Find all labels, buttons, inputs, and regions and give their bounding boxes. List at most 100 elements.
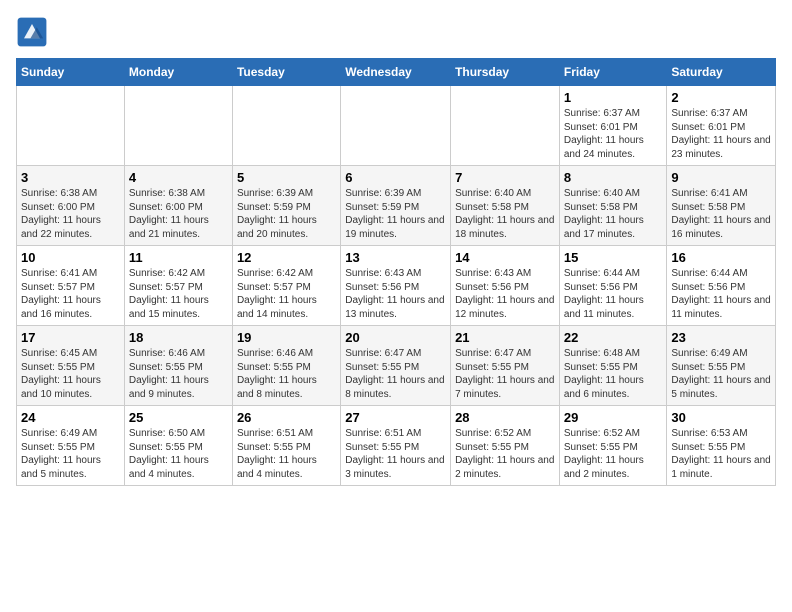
day-number: 28 xyxy=(455,410,555,425)
day-info: Sunrise: 6:39 AM Sunset: 5:59 PM Dayligh… xyxy=(345,187,446,241)
calendar-cell: 3Sunrise: 6:38 AM Sunset: 6:00 PM Daylig… xyxy=(17,166,125,246)
day-number: 9 xyxy=(671,170,771,185)
day-info: Sunrise: 6:44 AM Sunset: 5:56 PM Dayligh… xyxy=(564,267,663,321)
day-info: Sunrise: 6:50 AM Sunset: 5:55 PM Dayligh… xyxy=(129,427,228,481)
calendar-cell: 4 Sunrise: 6:38 AM Sunset: 6:00 PM Daylig… xyxy=(124,166,232,246)
day-number: 20 xyxy=(345,330,446,345)
day-header-wednesday: Wednesday xyxy=(341,59,451,86)
day-info: Sunrise: 6:37 AM Sunset: 6:01 PM Dayligh… xyxy=(564,107,663,161)
calendar-cell: 23 Sunrise: 6:49 AM Sunset: 5:55 PM Dayli… xyxy=(667,326,776,406)
day-number: 11 xyxy=(129,250,228,265)
day-number: 17 xyxy=(21,330,120,345)
calendar-week-row: 3 Sunrise: 6:38 AM Sunset: 6:00 PM Daylig… xyxy=(17,166,776,246)
day-info: Sunrise: 6:40 AM Sunset: 5:58 PM Dayligh… xyxy=(455,187,555,241)
calendar-cell: 15 Sunrise: 6:44 AM Sunset: 5:56 PM Dayli… xyxy=(559,246,667,326)
day-info: Sunrise: 6:52 AM Sunset: 5:55 PM Dayligh… xyxy=(564,427,663,481)
calendar-cell: 28 Sunrise: 6:52 AM Sunset: 5:55 PM Dayli… xyxy=(451,406,560,486)
day-info: Sunrise: 6:39 AM Sunset: 5:59 PM Dayligh… xyxy=(237,187,336,241)
calendar-table: SundayMondayTuesdayWednesdayThursdayFrid… xyxy=(16,58,776,486)
day-header-friday: Friday xyxy=(559,59,667,86)
calendar-cell: 19Sunrise: 6:46 AM Sunset: 5:55 PM Dayli… xyxy=(232,326,340,406)
day-number: 5 xyxy=(237,170,336,185)
day-info: Sunrise: 6:46 AM Sunset: 5:55 PM Dayligh… xyxy=(129,347,228,401)
calendar-cell: 10 Sunrise: 6:41 AM Sunset: 5:57 PM Dayli… xyxy=(17,246,125,326)
calendar-week-row: 1 Sunrise: 6:37 AM Sunset: 6:01 PM Daylig… xyxy=(17,86,776,166)
day-number: 18 xyxy=(129,330,228,345)
day-number: 22 xyxy=(564,330,663,345)
day-info: Sunrise: 6:52 AM Sunset: 5:55 PM Dayligh… xyxy=(455,427,555,481)
calendar-cell xyxy=(124,86,232,166)
calendar-cell: 27Sunrise: 6:51 AM Sunset: 5:55 PM Dayli… xyxy=(341,406,451,486)
calendar-cell: 6 Sunrise: 6:39 AM Sunset: 5:59 PM Daylig… xyxy=(341,166,451,246)
page-header xyxy=(16,16,776,48)
day-number: 29 xyxy=(564,410,663,425)
day-number: 23 xyxy=(671,330,771,345)
calendar-cell: 17 Sunrise: 6:45 AM Sunset: 5:55 PM Dayli… xyxy=(17,326,125,406)
day-info: Sunrise: 6:44 AM Sunset: 5:56 PM Dayligh… xyxy=(671,267,771,321)
calendar-cell: 5 Sunrise: 6:39 AM Sunset: 5:59 PM Daylig… xyxy=(232,166,340,246)
day-number: 7 xyxy=(455,170,555,185)
calendar-cell: 11 Sunrise: 6:42 AM Sunset: 5:57 PM Dayli… xyxy=(124,246,232,326)
day-info: Sunrise: 6:48 AM Sunset: 5:55 PM Dayligh… xyxy=(564,347,663,401)
day-number: 2 xyxy=(671,90,771,105)
day-header-monday: Monday xyxy=(124,59,232,86)
logo-icon xyxy=(16,16,48,48)
day-number: 30 xyxy=(671,410,771,425)
calendar-cell xyxy=(341,86,451,166)
calendar-cell: 8 Sunrise: 6:40 AM Sunset: 5:58 PM Daylig… xyxy=(559,166,667,246)
day-info: Sunrise: 6:42 AM Sunset: 5:57 PM Dayligh… xyxy=(129,267,228,321)
calendar-cell: 26 Sunrise: 6:51 AM Sunset: 5:55 PM Dayli… xyxy=(232,406,340,486)
calendar-cell: 25 Sunrise: 6:50 AM Sunset: 5:55 PM Dayli… xyxy=(124,406,232,486)
day-header-tuesday: Tuesday xyxy=(232,59,340,86)
calendar-cell: 14Sunrise: 6:43 AM Sunset: 5:56 PM Dayli… xyxy=(451,246,560,326)
calendar-cell: 1 Sunrise: 6:37 AM Sunset: 6:01 PM Daylig… xyxy=(559,86,667,166)
calendar-header-row: SundayMondayTuesdayWednesdayThursdayFrid… xyxy=(17,59,776,86)
calendar-cell: 20 Sunrise: 6:47 AM Sunset: 5:55 PM Dayli… xyxy=(341,326,451,406)
day-info: Sunrise: 6:51 AM Sunset: 5:55 PM Dayligh… xyxy=(237,427,336,481)
day-number: 8 xyxy=(564,170,663,185)
day-number: 25 xyxy=(129,410,228,425)
calendar-cell xyxy=(451,86,560,166)
calendar-cell xyxy=(17,86,125,166)
calendar-cell xyxy=(232,86,340,166)
calendar-cell: 12 Sunrise: 6:42 AM Sunset: 5:57 PM Dayli… xyxy=(232,246,340,326)
day-info: Sunrise: 6:53 AM Sunset: 5:55 PM Dayligh… xyxy=(671,427,771,481)
calendar-cell: 9 Sunrise: 6:41 AM Sunset: 5:58 PM Daylig… xyxy=(667,166,776,246)
calendar-week-row: 10 Sunrise: 6:41 AM Sunset: 5:57 PM Dayli… xyxy=(17,246,776,326)
day-header-saturday: Saturday xyxy=(667,59,776,86)
day-number: 1 xyxy=(564,90,663,105)
calendar-cell: 2Sunrise: 6:37 AM Sunset: 6:01 PM Daylig… xyxy=(667,86,776,166)
calendar-cell: 30 Sunrise: 6:53 AM Sunset: 5:55 PM Dayli… xyxy=(667,406,776,486)
day-info: Sunrise: 6:42 AM Sunset: 5:57 PM Dayligh… xyxy=(237,267,336,321)
day-number: 27 xyxy=(345,410,446,425)
day-number: 24 xyxy=(21,410,120,425)
day-number: 26 xyxy=(237,410,336,425)
day-number: 4 xyxy=(129,170,228,185)
day-info: Sunrise: 6:49 AM Sunset: 5:55 PM Dayligh… xyxy=(21,427,120,481)
day-number: 12 xyxy=(237,250,336,265)
day-number: 19 xyxy=(237,330,336,345)
calendar-cell: 7 Sunrise: 6:40 AM Sunset: 5:58 PM Daylig… xyxy=(451,166,560,246)
day-info: Sunrise: 6:47 AM Sunset: 5:55 PM Dayligh… xyxy=(455,347,555,401)
day-number: 3 xyxy=(21,170,120,185)
day-info: Sunrise: 6:38 AM Sunset: 6:00 PM Dayligh… xyxy=(129,187,228,241)
day-info: Sunrise: 6:43 AM Sunset: 5:56 PM Dayligh… xyxy=(455,267,555,321)
day-number: 13 xyxy=(345,250,446,265)
day-number: 15 xyxy=(564,250,663,265)
day-info: Sunrise: 6:47 AM Sunset: 5:55 PM Dayligh… xyxy=(345,347,446,401)
day-info: Sunrise: 6:41 AM Sunset: 5:57 PM Dayligh… xyxy=(21,267,120,321)
calendar-cell: 16Sunrise: 6:44 AM Sunset: 5:56 PM Dayli… xyxy=(667,246,776,326)
day-info: Sunrise: 6:45 AM Sunset: 5:55 PM Dayligh… xyxy=(21,347,120,401)
calendar-cell: 13 Sunrise: 6:43 AM Sunset: 5:56 PM Dayli… xyxy=(341,246,451,326)
day-number: 10 xyxy=(21,250,120,265)
calendar-cell: 22 Sunrise: 6:48 AM Sunset: 5:55 PM Dayli… xyxy=(559,326,667,406)
calendar-week-row: 24 Sunrise: 6:49 AM Sunset: 5:55 PM Dayli… xyxy=(17,406,776,486)
logo xyxy=(16,16,52,48)
day-info: Sunrise: 6:43 AM Sunset: 5:56 PM Dayligh… xyxy=(345,267,446,321)
day-number: 6 xyxy=(345,170,446,185)
calendar-cell: 18 Sunrise: 6:46 AM Sunset: 5:55 PM Dayli… xyxy=(124,326,232,406)
day-info: Sunrise: 6:41 AM Sunset: 5:58 PM Dayligh… xyxy=(671,187,771,241)
day-info: Sunrise: 6:49 AM Sunset: 5:55 PM Dayligh… xyxy=(671,347,771,401)
calendar-cell: 29 Sunrise: 6:52 AM Sunset: 5:55 PM Dayli… xyxy=(559,406,667,486)
day-info: Sunrise: 6:40 AM Sunset: 5:58 PM Dayligh… xyxy=(564,187,663,241)
